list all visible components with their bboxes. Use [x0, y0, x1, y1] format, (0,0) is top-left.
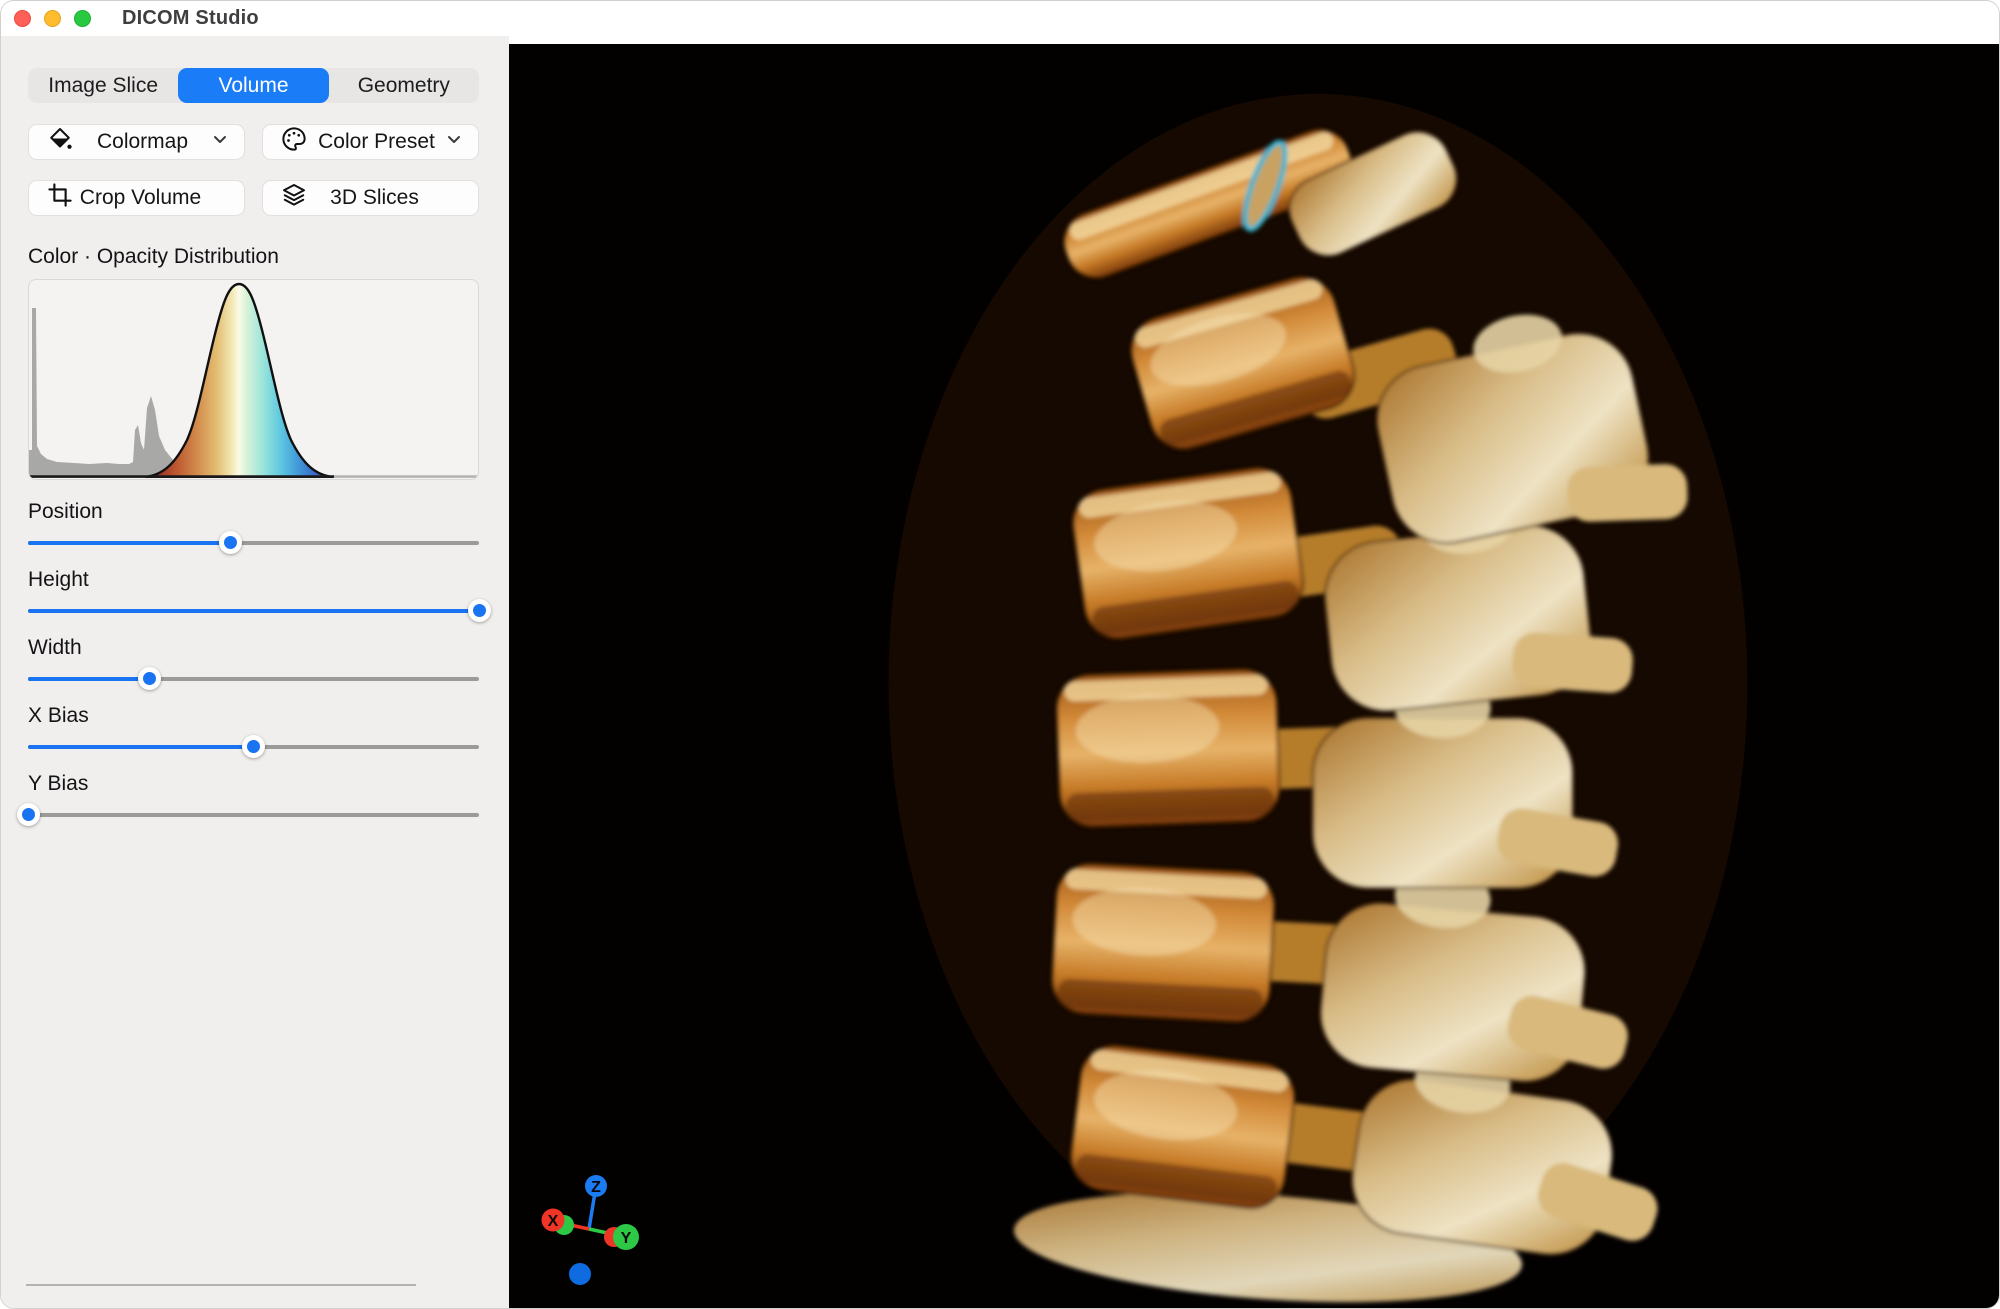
palette-icon	[279, 124, 309, 160]
slices-3d-button[interactable]: 3D Slices	[262, 180, 479, 216]
tab-volume[interactable]: Volume	[178, 68, 328, 103]
svg-text:X: X	[548, 1213, 559, 1230]
tab-geometry[interactable]: Geometry	[329, 68, 479, 103]
slider-thumb[interactable]	[17, 803, 40, 826]
render-viewport: X Y Z	[509, 36, 1999, 1309]
height-slider-label: Height	[28, 567, 479, 593]
axis-ball-x: X	[542, 1209, 565, 1232]
close-button[interactable]	[14, 10, 31, 27]
x-bias-slider[interactable]	[28, 735, 479, 758]
color-preset-button[interactable]: Color Preset	[262, 124, 479, 160]
height-slider[interactable]	[28, 599, 479, 622]
svg-text:Y: Y	[621, 1230, 632, 1247]
minimize-button[interactable]	[44, 10, 61, 27]
width-slider[interactable]	[28, 667, 479, 690]
chevron-down-icon	[210, 129, 230, 155]
zoom-button[interactable]	[74, 10, 91, 27]
transfer-sliders: Position Height Width	[28, 499, 479, 826]
distribution-section-label: Color · Opacity Distribution	[28, 245, 479, 269]
color-opacity-distribution-graph[interactable]	[28, 279, 479, 480]
axis-ball-neg-z	[569, 1263, 591, 1285]
sidebar-bottom-divider	[26, 1284, 416, 1286]
spine-volume-rendering	[509, 44, 1999, 1308]
crop-icon	[45, 180, 75, 216]
crop-volume-label: Crop Volume	[75, 186, 206, 210]
control-sidebar: Image Slice Volume Geometry Colormap	[1, 36, 509, 1309]
slider-thumb[interactable]	[138, 667, 161, 690]
colormap-button[interactable]: Colormap	[28, 124, 245, 160]
chevron-down-icon	[444, 129, 464, 155]
slider-thumb[interactable]	[219, 531, 242, 554]
slider-thumb[interactable]	[242, 735, 265, 758]
position-slider[interactable]	[28, 531, 479, 554]
app-window: DICOM Studio Image Slice Volume Geometry	[0, 0, 2000, 1309]
color-preset-label: Color Preset	[309, 130, 444, 154]
colormap-label: Colormap	[75, 130, 210, 154]
volume-render-canvas[interactable]: X Y Z	[509, 44, 1999, 1309]
x-bias-slider-label: X Bias	[28, 703, 479, 729]
y-bias-slider[interactable]	[28, 803, 479, 826]
crop-volume-button[interactable]: Crop Volume	[28, 180, 245, 216]
slices-3d-label: 3D Slices	[309, 186, 440, 210]
position-slider-label: Position	[28, 499, 479, 525]
y-bias-slider-label: Y Bias	[28, 771, 479, 797]
axis-ball-y: Y	[613, 1224, 639, 1250]
toolbar: Colormap	[28, 124, 479, 216]
title-bar[interactable]: DICOM Studio	[1, 1, 1999, 36]
transfer-function-curve	[145, 284, 333, 477]
traffic-lights	[14, 10, 91, 27]
window-title: DICOM Studio	[122, 7, 259, 30]
mode-tabbar: Image Slice Volume Geometry	[28, 68, 479, 103]
tab-image-slice[interactable]: Image Slice	[28, 68, 178, 103]
axis-ball-z: Z	[585, 1175, 607, 1197]
svg-text:Z: Z	[591, 1179, 601, 1196]
layers-icon	[279, 180, 309, 216]
paint-bucket-icon	[45, 124, 75, 160]
orientation-axes-widget[interactable]: X Y Z	[509, 1110, 709, 1309]
width-slider-label: Width	[28, 635, 479, 661]
slider-thumb[interactable]	[468, 599, 491, 622]
